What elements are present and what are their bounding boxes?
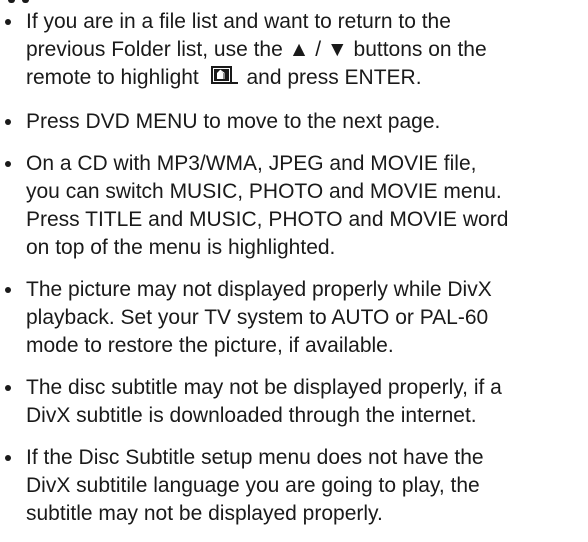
note-item-divx-picture: The picture may not displayed properly w… <box>0 276 588 360</box>
note-line: DivX subtitile language you are going to… <box>26 474 480 497</box>
note-line: DivX subtitle is downloaded through the … <box>26 404 477 427</box>
note-item-subtitle-language: If the Disc Subtitle setup menu does not… <box>0 444 588 528</box>
note-line: If you are in a file list and want to re… <box>26 10 451 33</box>
note-line: The picture may not displayed properly w… <box>26 278 492 301</box>
folder-up-icon <box>210 66 239 94</box>
note-item-menu-switch: On a CD with MP3/WMA, JPEG and MOVIE fil… <box>0 150 588 262</box>
note-item-disc-subtitle: The disc subtitle may not be displayed p… <box>0 374 588 430</box>
note-line: On a CD with MP3/WMA, JPEG and MOVIE fil… <box>26 152 477 175</box>
note-item-dvd-menu: Press DVD MENU to move to the next page. <box>0 108 588 136</box>
note-line: subtitle may not be displayed properly. <box>26 502 383 525</box>
bullet-icon <box>5 385 11 391</box>
bullet-icon <box>5 161 11 167</box>
cropped-glyph <box>22 0 29 3</box>
note-line: remote to highlight and press ENTER. <box>26 64 588 94</box>
cropped-text-fragment <box>0 0 588 4</box>
cropped-glyph <box>8 0 15 3</box>
notes-bullet-list: If you are in a file list and want to re… <box>0 8 588 542</box>
bullet-icon <box>5 287 11 293</box>
note-line-text: remote to highlight <box>26 66 199 89</box>
note-line: playback. Set your TV system to AUTO or … <box>26 306 489 329</box>
note-line: mode to restore the picture, if availabl… <box>26 334 394 357</box>
note-line: The disc subtitle may not be displayed p… <box>26 376 502 399</box>
note-line: previous Folder list, use the ▲ / ▼ butt… <box>26 38 487 61</box>
note-line: Press DVD MENU to move to the next page. <box>26 110 441 133</box>
bullet-icon <box>5 119 11 125</box>
note-line: Press TITLE and MUSIC, PHOTO and MOVIE w… <box>26 208 509 231</box>
bullet-icon <box>5 19 11 25</box>
note-item-return-folder: If you are in a file list and want to re… <box>0 8 588 94</box>
note-line: If the Disc Subtitle setup menu does not… <box>26 446 484 469</box>
bullet-icon <box>5 455 11 461</box>
note-line-text: and press ENTER. <box>246 66 422 89</box>
note-line: you can switch MUSIC, PHOTO and MOVIE me… <box>26 180 502 203</box>
note-line: on top of the menu is highlighted. <box>26 236 336 259</box>
